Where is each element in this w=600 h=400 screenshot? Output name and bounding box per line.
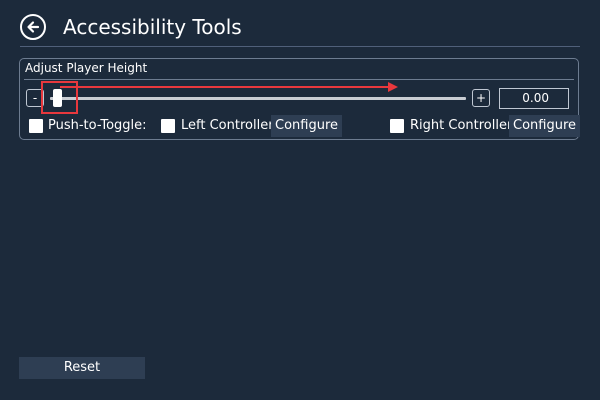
left-configure-button[interactable]: Configure — [271, 115, 343, 137]
group-title: Adjust Player Height — [25, 61, 148, 75]
height-slider-track[interactable] — [50, 97, 466, 100]
increment-button[interactable]: + — [472, 89, 490, 107]
back-button[interactable] — [20, 14, 46, 40]
options-row: Push-to-Toggle: Left Controller Configur… — [20, 115, 581, 137]
right-controller-checkbox[interactable] — [390, 119, 404, 133]
left-controller-label: Left Controller — [181, 118, 274, 133]
back-arrow-icon — [27, 21, 40, 33]
header-divider — [20, 46, 580, 47]
height-value-field[interactable]: 0.00 — [499, 88, 569, 109]
right-controller-label: Right Controller — [410, 118, 513, 133]
right-configure-button[interactable]: Configure — [509, 115, 581, 137]
left-controller-checkbox[interactable] — [161, 119, 175, 133]
annotation-arrow-icon — [60, 82, 398, 92]
reset-button[interactable]: Reset — [19, 357, 145, 379]
push-to-toggle-checkbox[interactable] — [29, 119, 43, 133]
player-height-group: Adjust Player Height - + 0.00 Push-to-To… — [19, 58, 581, 140]
header: Accessibility Tools — [0, 0, 600, 48]
push-to-toggle-label: Push-to-Toggle: — [48, 118, 147, 133]
page-title: Accessibility Tools — [63, 15, 242, 39]
